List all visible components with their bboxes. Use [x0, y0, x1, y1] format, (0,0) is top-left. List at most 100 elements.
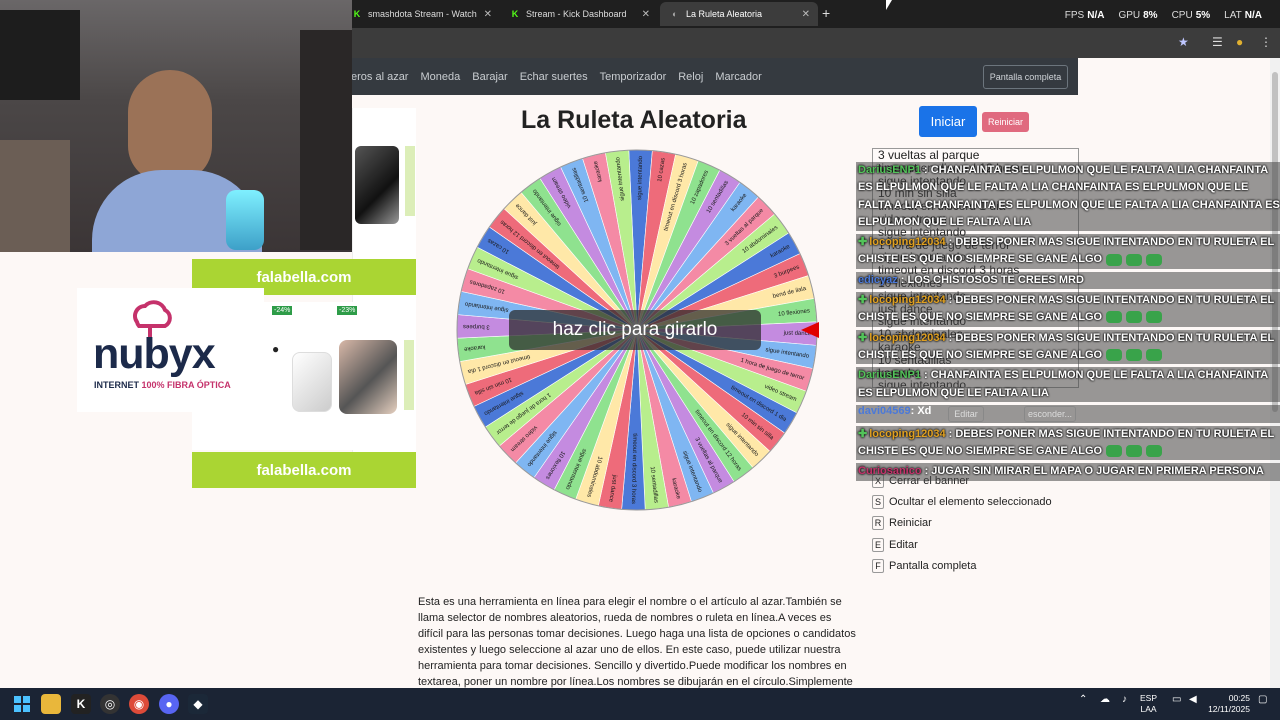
tab-label: La Ruleta Aleatoria — [686, 9, 763, 19]
chat-username[interactable]: locoping12034 — [869, 294, 945, 306]
ad-arrow[interactable] — [404, 340, 414, 410]
file-explorer-icon[interactable] — [41, 694, 61, 714]
nubyx-logo-text: nubyx — [93, 330, 216, 378]
nubyx-ad[interactable]: nubyx INTERNET 100% FIBRA ÓPTICA — [77, 288, 264, 412]
chat-username[interactable]: locoping12034 — [869, 428, 945, 440]
chat-message: ✚ locoping12034: DEBES PONER MAS SIGUE IN… — [856, 425, 1280, 461]
chat-message: ✚ locoping12034: DEBES PONER MAS SIGUE IN… — [856, 292, 1280, 327]
nav-item[interactable]: eros al azar — [352, 71, 408, 83]
obs-icon[interactable]: ◎ — [100, 694, 120, 714]
tv-shape — [0, 10, 80, 100]
reading-list-icon[interactable]: ☰ — [1212, 35, 1223, 49]
chat-message: DariusENP1: CHANFAINTA ES ELPULMON QUE L… — [856, 367, 1280, 402]
chat-username[interactable]: locoping12034 — [869, 332, 945, 344]
nav-item[interactable]: Marcador — [715, 71, 761, 83]
shortcut-label: Ocultar el elemento seleccionado — [889, 495, 1052, 508]
nav-item[interactable]: Barajar — [472, 71, 507, 83]
chat-username[interactable]: davi04569 — [858, 405, 911, 417]
chat-username[interactable]: DariusENP1 — [858, 164, 921, 176]
discord-icon[interactable]: ● — [159, 694, 179, 714]
nav-item[interactable]: Temporizador — [600, 71, 667, 83]
notification-icon[interactable]: ▢ — [1258, 694, 1267, 705]
reset-button[interactable]: Reiniciar — [982, 112, 1029, 132]
phone-image — [292, 352, 332, 412]
screen: K smashdota Stream - Watch Live ✕ K Stre… — [0, 0, 1280, 720]
person-head — [128, 70, 212, 182]
clock[interactable]: 00:25 12/11/2025 — [1208, 693, 1250, 715]
new-tab-button[interactable]: + — [822, 5, 830, 21]
chair-shape — [0, 140, 70, 252]
badge-icon: ✚ — [858, 236, 868, 249]
spin-prompt[interactable]: haz clic para girarlo — [509, 310, 761, 350]
close-icon[interactable]: ✕ — [642, 9, 650, 20]
stat-lat: LAT N/A — [1224, 10, 1262, 21]
pepe-emote-icon — [1126, 311, 1143, 324]
chat-username[interactable]: Curiosanico — [858, 465, 922, 477]
chat-overlay: DariusENP1: CHANFAINTA ES ELPULMON QUE L… — [856, 162, 1280, 484]
menu-icon[interactable]: ⋮ — [1260, 35, 1272, 49]
microphone-shape — [226, 190, 264, 250]
pepe-emote-icon — [1106, 311, 1123, 324]
shortcut-row: S Ocultar el elemento seleccionado — [872, 491, 1052, 512]
pepe-emote-icon — [1126, 253, 1143, 266]
site-nav: eros al azar Moneda Barajar Echar suerte… — [352, 58, 1078, 95]
shortcut-key: R — [872, 516, 884, 531]
tab-label: smashdota Stream - Watch Live — [368, 9, 478, 19]
close-icon[interactable]: ✕ — [484, 9, 492, 20]
chrome-icon[interactable]: ◉ — [129, 694, 149, 714]
tray-chevron-icon[interactable]: ⌃ — [1079, 694, 1087, 705]
pepe-emote-icon — [1146, 253, 1163, 266]
volume-icon[interactable]: ◀ — [1189, 694, 1197, 705]
pepe-emote-icon — [1106, 349, 1123, 362]
keyboard-shortcuts: XCerrar el bannerSOcultar el elemento se… — [872, 470, 1052, 576]
chat-text: : JUGAR SIN MIRAR EL MAPA O JUGAR EN PRI… — [924, 465, 1264, 478]
shortcut-label: Pantalla completa — [889, 559, 977, 572]
windows-start-icon[interactable] — [12, 694, 32, 714]
chat-username[interactable]: edicyaz — [858, 274, 898, 286]
pepe-emote-icon — [1106, 445, 1123, 458]
kick-app-icon[interactable]: K — [71, 694, 91, 714]
tab-kick-dashboard[interactable]: K Stream - Kick Dashboard ✕ — [500, 2, 658, 26]
close-icon[interactable]: ✕ — [802, 9, 810, 20]
onedrive-icon[interactable]: ☁ — [1100, 694, 1110, 705]
stat-cpu: CPU 5% — [1171, 10, 1211, 21]
chat-message: DariusENP1: CHANFAINTA ES ELPULMON QUE L… — [856, 162, 1280, 232]
nav-item[interactable]: Echar suertes — [520, 71, 588, 83]
nav-item[interactable]: Reloj — [678, 71, 703, 83]
badge-icon: ✚ — [858, 331, 868, 344]
hide-button[interactable]: esconder... — [1024, 405, 1076, 422]
shortcut-key: E — [872, 537, 884, 552]
chat-text: : CHANFAINTA ES ELPULMON QUE LE FALTA A … — [858, 164, 1280, 228]
article-text: Esta es una herramienta en línea para el… — [418, 596, 856, 688]
ad-arrow[interactable] — [405, 146, 415, 216]
wheel-segment-label: 3 burpees — [463, 323, 490, 330]
kick-icon: K — [511, 9, 519, 19]
falabella-banner[interactable]: falabella.com — [192, 452, 416, 488]
edit-button[interactable]: Editar — [948, 405, 984, 422]
pepe-emote-icon — [1106, 253, 1123, 266]
mic-icon[interactable]: ♪ — [1122, 694, 1127, 705]
pepe-emote-icon — [1146, 311, 1163, 324]
webcam-overlay — [0, 0, 352, 252]
pepe-emote-icon — [1146, 445, 1163, 458]
wheel-segment-label: sigue intentando — [637, 155, 644, 200]
tab-ruleta[interactable]: ◐ La Ruleta Aleatoria ✕ — [660, 2, 818, 26]
phone-image — [355, 146, 399, 224]
chat-text: : Xd — [910, 404, 932, 417]
tab-smashdota[interactable]: K smashdota Stream - Watch Live ✕ — [342, 2, 500, 26]
nav-item[interactable]: Moneda — [420, 71, 460, 83]
chat-message: davi04569: Xd Editar esconder... — [856, 404, 1280, 423]
steam-icon[interactable]: ◆ — [188, 694, 208, 714]
start-button[interactable]: Iniciar — [919, 106, 977, 137]
chat-text: : LOS CHISTOSOS TE CREES MRD — [900, 273, 1084, 286]
textarea-line: 3 vueltas al parque — [878, 148, 980, 162]
fullscreen-button[interactable]: Pantalla completa — [983, 65, 1068, 89]
bookmark-star-icon[interactable]: ★ — [1178, 35, 1189, 49]
network-icon[interactable]: ▭ — [1172, 694, 1181, 705]
chat-username[interactable]: locoping12034 — [869, 236, 945, 248]
chat-username[interactable]: DariusENP1 — [858, 369, 921, 381]
language-indicator[interactable]: ESP LAA — [1140, 693, 1157, 715]
chat-message: ✚ locoping12034: DEBES PONER MAS SIGUE IN… — [856, 329, 1280, 365]
shortcut-row: E Editar — [872, 534, 1052, 555]
profile-icon[interactable]: ● — [1236, 35, 1243, 49]
